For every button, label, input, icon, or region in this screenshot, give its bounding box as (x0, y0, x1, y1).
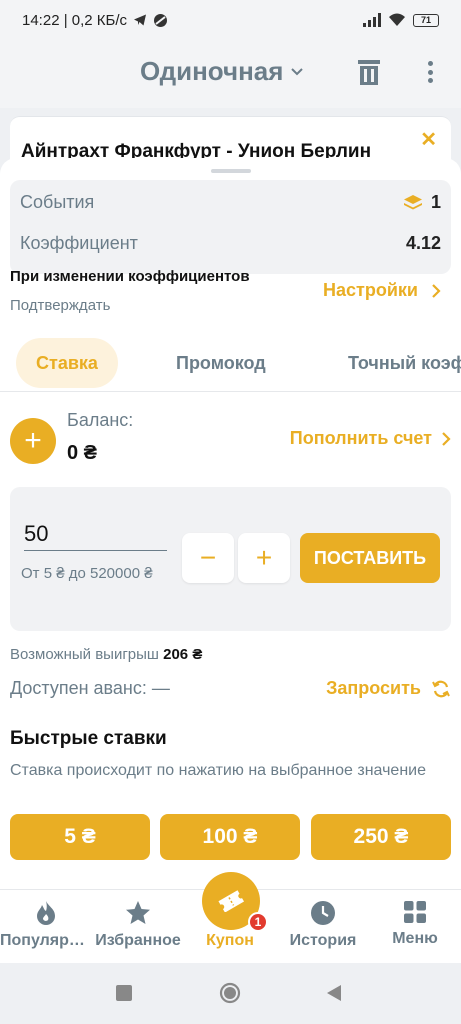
trash-icon[interactable] (356, 58, 382, 86)
chevron-right-icon (442, 431, 451, 446)
wifi-icon (389, 13, 405, 26)
system-nav-bar (0, 963, 461, 1024)
topup-label: Пополнить счет (289, 428, 432, 448)
nav-history-label: История (289, 932, 357, 949)
decrease-stake-button[interactable]: − (182, 533, 234, 583)
events-row: События 1 (20, 192, 441, 213)
star-icon (126, 901, 150, 924)
topup-link[interactable]: Пополнить счет (290, 428, 451, 449)
chevron-right-icon (432, 283, 441, 298)
coefficient-row: Коэффициент 4.12 (20, 233, 441, 254)
odds-change-setting: При изменении коэффициентов Подтверждать… (10, 268, 451, 320)
quick-bet-5[interactable]: 5 ₴ (10, 814, 150, 860)
signal-icon (363, 13, 381, 27)
quick-bet-100[interactable]: 100 ₴ (160, 814, 300, 860)
nav-popular-label: Популярное (0, 932, 92, 949)
fire-icon (37, 901, 55, 925)
top-bar: Одиночная (0, 40, 461, 108)
advance-row: Доступен аванс: — Запросить (10, 678, 451, 710)
bet-type-selector[interactable]: Одиночная (140, 56, 304, 87)
clock-icon (311, 901, 335, 925)
possible-win: Возможный выигрыш 206 ₴ (10, 646, 202, 663)
coefficient-label: Коэффициент (20, 233, 138, 253)
stake-range: От 5 ₴ до 520000 ₴ (21, 565, 153, 582)
balance-label: Баланс: (67, 410, 134, 430)
nav-history[interactable]: История (277, 890, 369, 964)
coupon-summary: События 1 Коэффициент 4.12 (10, 180, 451, 274)
bet-tabs: Ставка Промокод Точный коэффициент (0, 338, 461, 392)
tab-exact-coefficient[interactable]: Точный коэффициент (348, 338, 461, 388)
stake-amount-input[interactable] (24, 517, 167, 551)
request-advance-button[interactable]: Запросить (326, 678, 451, 699)
bottom-nav: Популярное Избранное Купон 1 История Мен… (0, 872, 461, 964)
coefficient-value: 4.12 (405, 233, 441, 253)
telegram-icon (134, 14, 147, 26)
add-funds-button[interactable]: + (10, 418, 56, 464)
nav-coupon-label: Купон (206, 932, 254, 949)
quick-bets-subtitle: Ставка происходит по нажатию на выбранно… (10, 762, 426, 779)
status-time: 14:22 | 0,2 КБ/с (22, 11, 128, 29)
quick-bets-title: Быстрые ставки (10, 728, 167, 749)
refresh-icon (432, 680, 450, 697)
battery-level: 71 (420, 15, 431, 25)
nav-menu-label: Меню (392, 930, 438, 947)
events-label: События (20, 192, 95, 212)
tab-promocode[interactable]: Промокод (176, 338, 266, 388)
tab-stake[interactable]: Ставка (16, 338, 118, 388)
balance-section: + Баланс: 0 ₴ Пополнить счет (10, 408, 451, 478)
possible-win-value: 206 ₴ (163, 646, 203, 663)
coupon-count-badge: 1 (248, 912, 268, 932)
home-icon[interactable] (219, 982, 241, 1004)
more-menu-icon[interactable] (420, 58, 440, 86)
place-bet-button[interactable]: ПОСТАВИТЬ (300, 533, 440, 583)
events-value: 1 (430, 192, 441, 212)
recents-icon[interactable] (116, 985, 132, 1001)
grid-icon (404, 901, 426, 923)
balance-value: 0 ₴ (67, 442, 98, 464)
chevron-down-icon (291, 67, 304, 75)
nav-menu[interactable]: Меню (369, 890, 461, 964)
back-icon[interactable] (326, 984, 342, 1002)
status-bar: 14:22 | 0,2 КБ/с 71 (0, 0, 461, 40)
close-icon[interactable]: ✕ (420, 127, 437, 152)
nav-popular[interactable]: Популярное (0, 890, 92, 964)
settings-label: Настройки (323, 280, 418, 300)
nav-favorites-label: Избранное (95, 932, 181, 949)
ticket-icon (218, 890, 245, 912)
coupon-sheet: События 1 Коэффициент 4.12 При изменении… (0, 158, 461, 890)
quick-bet-250[interactable]: 250 ₴ (311, 814, 451, 860)
advance-label: Доступен аванс: — (10, 678, 170, 698)
nav-favorites[interactable]: Избранное (92, 890, 184, 964)
battery-icon: 71 (413, 13, 439, 27)
increase-stake-button[interactable]: + (238, 533, 290, 583)
settings-link[interactable]: Настройки (323, 280, 441, 301)
layers-icon (403, 194, 422, 209)
page-title: Одиночная (140, 56, 284, 86)
request-label: Запросить (326, 678, 421, 698)
sheet-drag-handle[interactable] (211, 169, 251, 173)
app-notification-icon (154, 13, 168, 27)
stake-box: От 5 ₴ до 520000 ₴ − + ПОСТАВИТЬ (10, 487, 451, 631)
possible-win-label: Возможный выигрыш (10, 646, 159, 663)
